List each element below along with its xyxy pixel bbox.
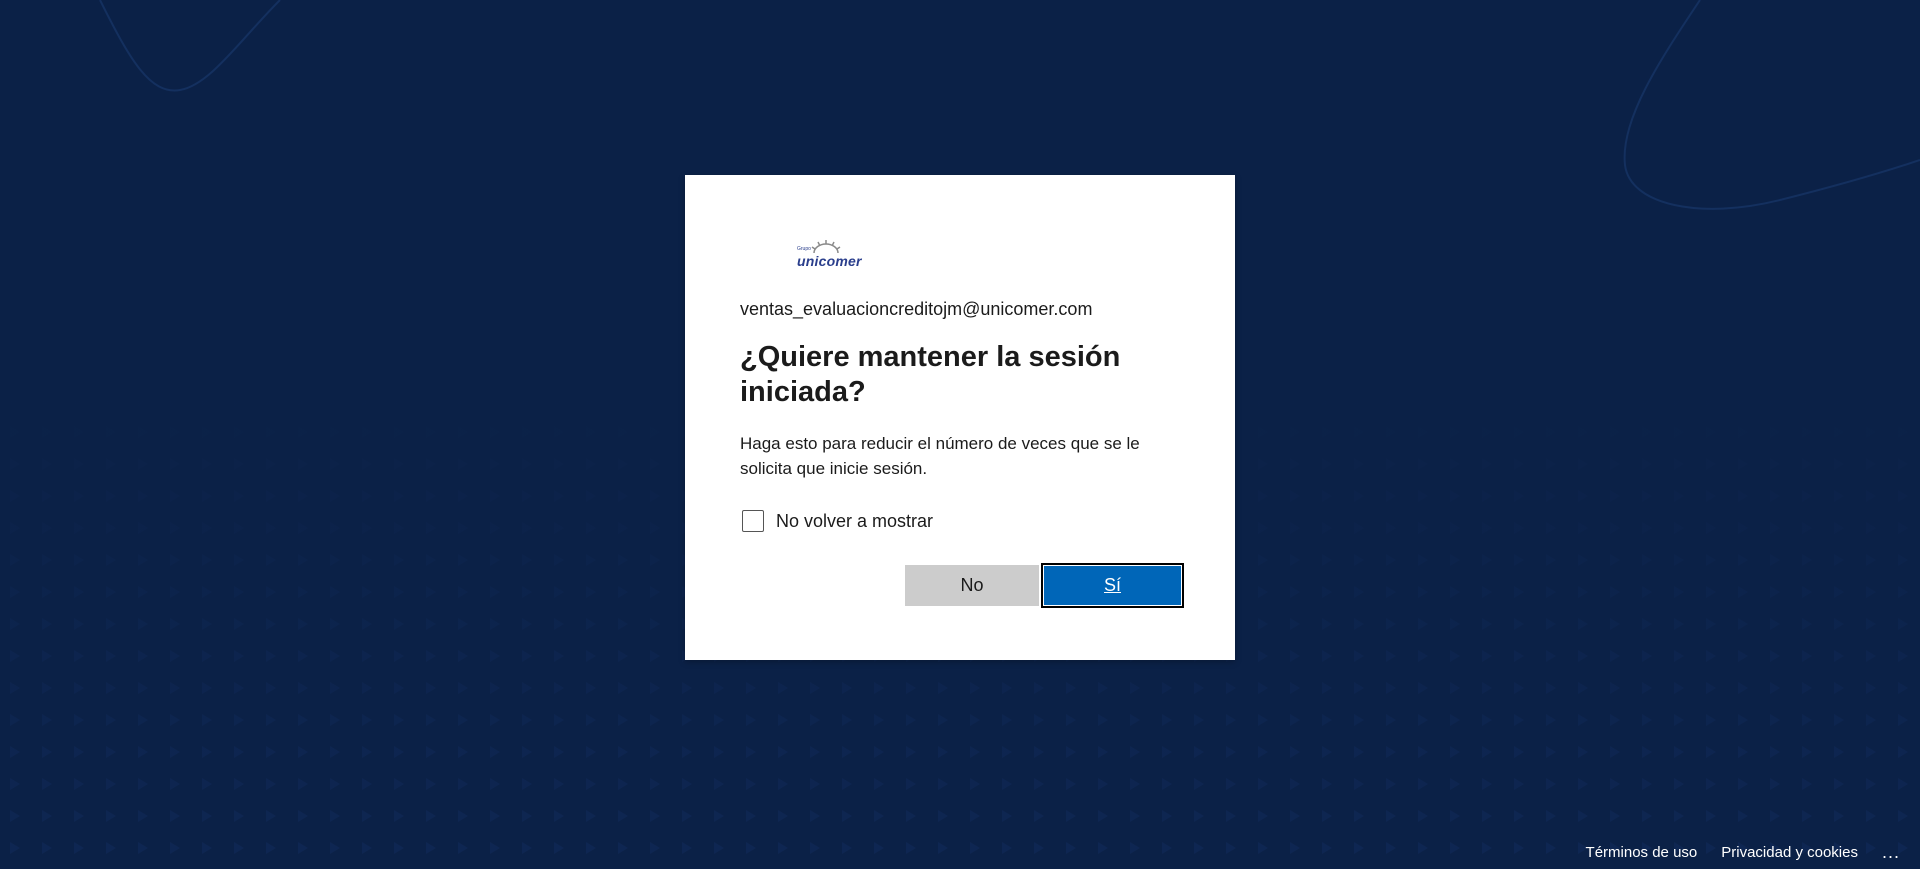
dont-show-again-row[interactable]: No volver a mostrar [742, 510, 933, 532]
logo-small-text: Grupo [797, 246, 811, 252]
dont-show-again-checkbox[interactable] [742, 510, 764, 532]
account-identity: ventas_evaluacioncreditojm@unicomer.com [740, 299, 1093, 319]
logo-text: unicomer [797, 253, 862, 269]
footer: Términos de uso Privacidad y cookies ... [1562, 843, 1900, 861]
privacy-cookies-link[interactable]: Privacidad y cookies [1721, 844, 1858, 861]
yes-button[interactable]: Sí [1041, 563, 1184, 608]
more-options-icon[interactable]: ... [1882, 843, 1900, 861]
stay-signed-in-dialog: Grupo unicomer ventas_evaluacioncreditoj… [685, 175, 1235, 660]
dont-show-again-label[interactable]: No volver a mostrar [776, 511, 933, 532]
dialog-title: ¿Quiere mantener la sesión iniciada? [740, 341, 1121, 408]
terms-of-use-link[interactable]: Términos de uso [1586, 844, 1698, 861]
unicomer-logo: Grupo unicomer [740, 237, 880, 273]
dialog-description: Haga esto para reducir el número de vece… [740, 434, 1140, 478]
no-button[interactable]: No [905, 565, 1039, 606]
